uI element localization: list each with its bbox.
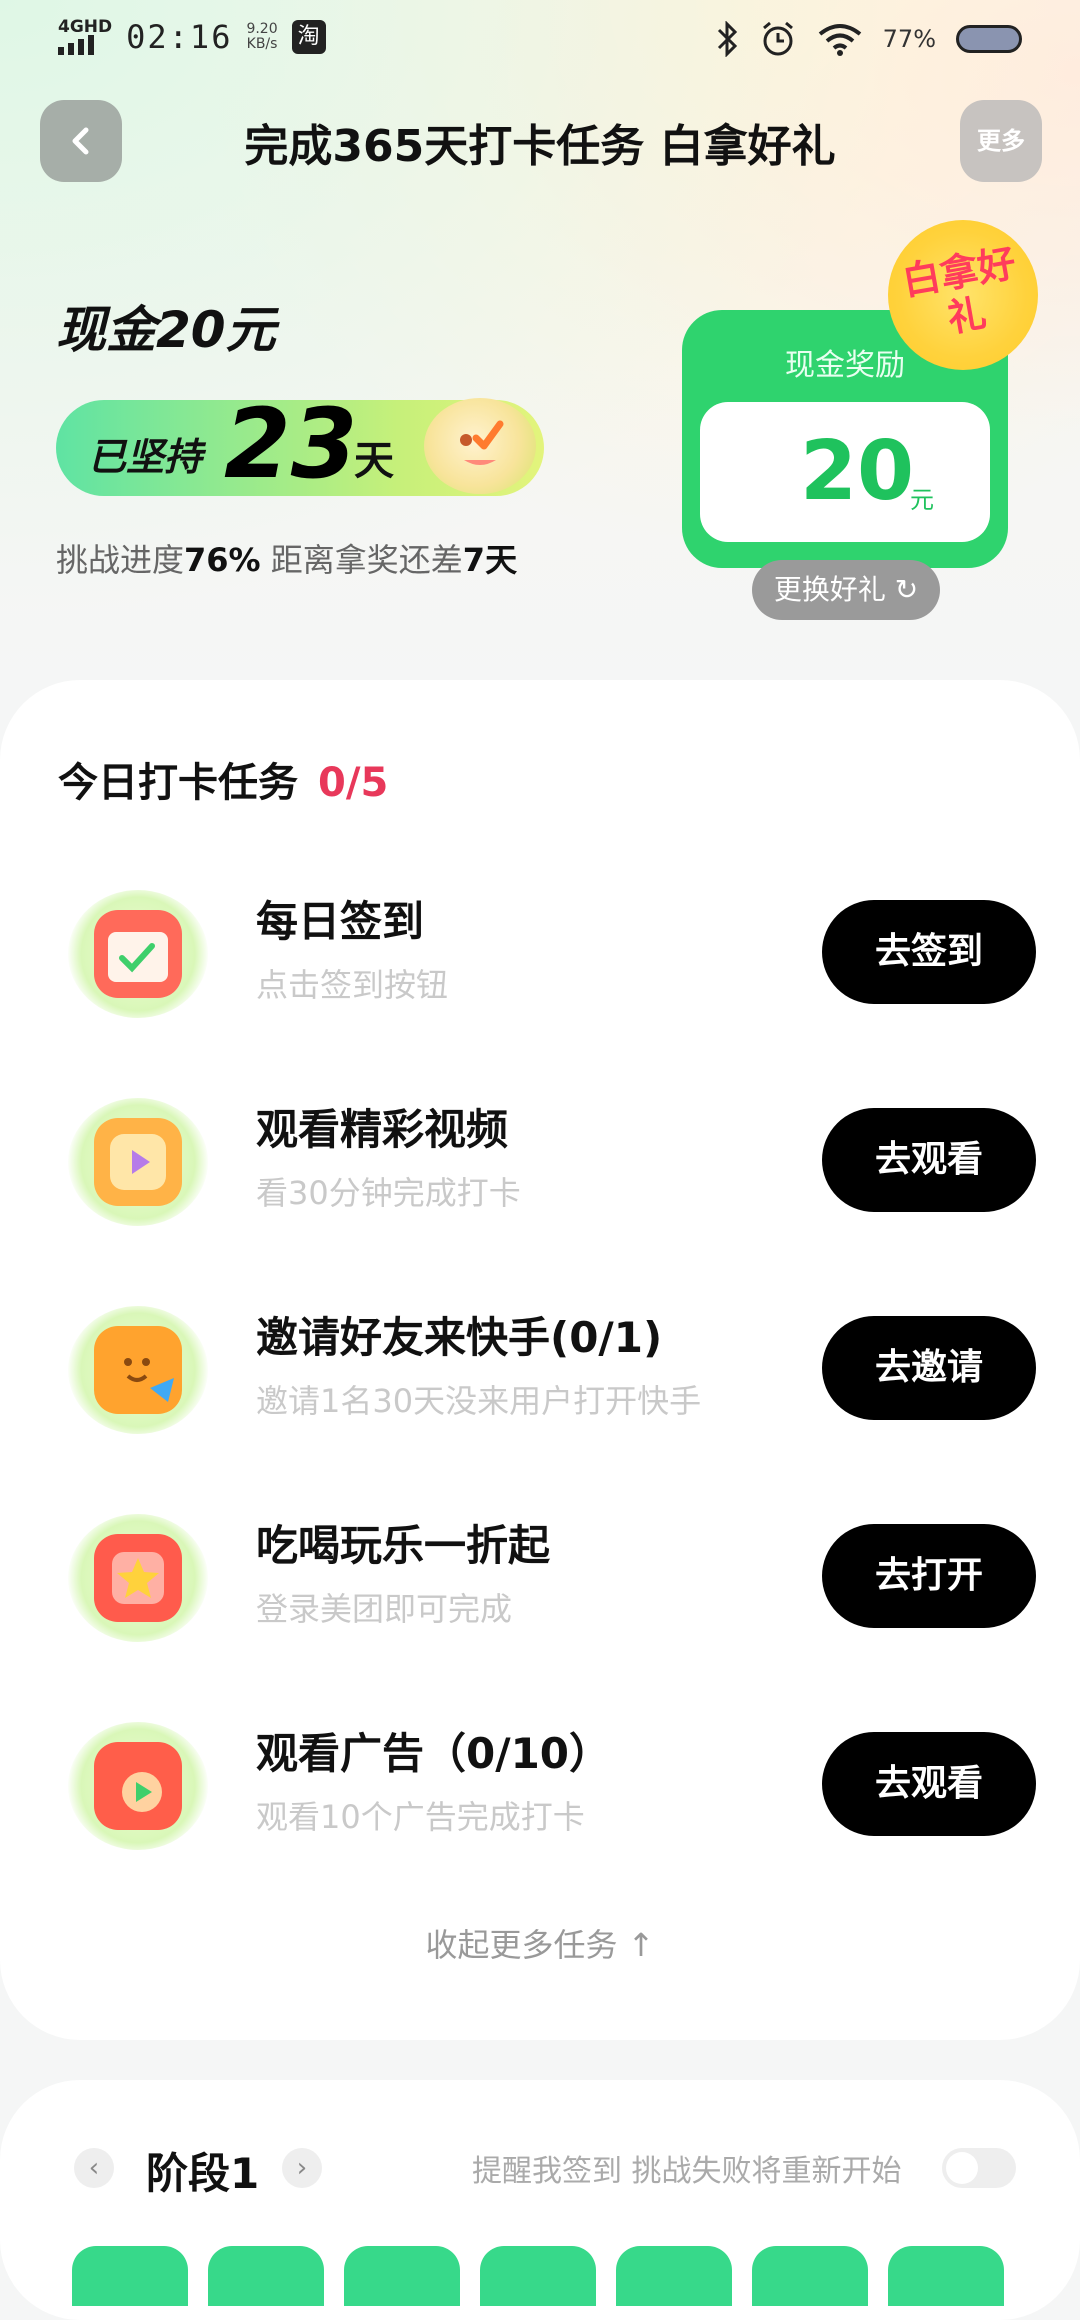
task-subtitle: 观看10个广告完成打卡: [256, 1798, 585, 1836]
task-subtitle: 登录美团即可完成: [256, 1590, 513, 1628]
net-speed-value: 9.20: [246, 21, 278, 37]
reminder-toggle[interactable]: [942, 2148, 1016, 2188]
free-gift-badge: 白拿好礼: [888, 220, 1038, 370]
reminder-hint: 提醒我签到 挑战失败将重新开始: [472, 2154, 902, 2189]
badge-text: 白拿好礼: [899, 240, 1020, 341]
streak-unit: 天: [354, 438, 394, 484]
task-item-ads: 观看广告（0/10） 观看10个广告完成打卡 去观看: [0, 1712, 1080, 1862]
collapse-tasks-link[interactable]: 收起更多任务 ↑: [0, 1920, 1080, 1966]
mascot-face-icon: [460, 420, 504, 465]
reward-amount: 20: [800, 424, 915, 519]
more-button[interactable]: 更多: [960, 100, 1042, 182]
network-type: 4GHD: [58, 17, 113, 37]
day-tab[interactable]: [888, 2246, 1004, 2306]
day-tab[interactable]: [752, 2246, 868, 2306]
watch-ads-button[interactable]: 去观看: [822, 1732, 1036, 1836]
remaining-days: 7天: [462, 541, 518, 579]
net-speed-unit: KB/s: [246, 36, 278, 52]
stage-next-button[interactable]: ›: [282, 2148, 322, 2188]
reward-unit: 元: [910, 486, 934, 514]
wifi-icon: [818, 24, 861, 56]
day-tab[interactable]: [344, 2246, 460, 2306]
remaining-label: 距离拿奖还差: [260, 541, 463, 579]
star-glyph: [94, 1534, 182, 1622]
video-play-icon: [68, 1098, 208, 1226]
task-subtitle: 点击签到按钮: [256, 966, 449, 1004]
checkin-button[interactable]: 去签到: [822, 900, 1036, 1004]
stage-prev-button[interactable]: ‹: [74, 2148, 114, 2188]
task-title: 吃喝玩乐一折起: [256, 1521, 551, 1570]
tasks-count: 0/5: [318, 760, 389, 806]
task-item-video: 观看精彩视频 看30分钟完成打卡 去观看: [0, 1088, 1080, 1238]
daily-tasks-card: 今日打卡任务 0/5 每日签到 点击签到按钮 去签到 观看精彩视频 看30分钟完成…: [0, 680, 1080, 2040]
task-subtitle: 邀请1名30天没来用户打开快手: [256, 1382, 702, 1420]
video-glyph: [94, 1118, 182, 1206]
tasks-title: 今日打卡任务: [58, 760, 298, 806]
challenge-progress: 挑战进度76% 距离拿奖还差7天: [56, 535, 517, 581]
ad-play-icon: [68, 1722, 208, 1850]
reward-amount-box: 20 元: [700, 402, 990, 542]
day-tab[interactable]: [208, 2246, 324, 2306]
invite-glyph: [94, 1326, 182, 1414]
ad-glyph: [94, 1742, 182, 1830]
clock: 02:16: [126, 18, 233, 56]
alarm-icon: [762, 21, 793, 56]
net-speed: 9.20 KB/s: [246, 22, 277, 52]
status-bar: 4GHD 02:16 9.20 KB/s 淘 77%: [0, 0, 1080, 80]
page-title: 完成365天打卡任务 白拿好礼: [244, 121, 836, 172]
bluetooth-icon: [717, 21, 737, 57]
streak-prefix: 已坚持: [88, 435, 203, 479]
progress-label: 挑战进度: [56, 541, 185, 579]
task-item-checkin: 每日签到 点击签到按钮 去签到: [0, 880, 1080, 1030]
progress-value: 76%: [184, 541, 261, 579]
stage-card: ‹ 阶段1 › 提醒我签到 挑战失败将重新开始: [0, 2080, 1080, 2320]
day-tabs: [72, 2246, 1004, 2306]
signal-icon: [58, 35, 112, 55]
battery-icon: [956, 25, 1022, 53]
signal-group: 4GHD: [58, 19, 112, 55]
battery-percent: 77%: [882, 25, 936, 53]
task-title: 每日签到: [256, 897, 425, 946]
task-subtitle: 看30分钟完成打卡: [256, 1174, 521, 1212]
tasks-header: 今日打卡任务 0/5: [58, 750, 388, 808]
day-tab[interactable]: [72, 2246, 188, 2306]
task-title: 邀请好友来快手(0/1): [256, 1313, 663, 1362]
taobao-notification-icon: 淘: [291, 20, 326, 54]
streak-days: 23: [224, 388, 358, 500]
task-title: 观看精彩视频: [256, 1105, 509, 1154]
stage-label: 阶段1: [146, 2149, 260, 2198]
cash-goal-title: 现金20元: [56, 301, 276, 359]
day-tab[interactable]: [480, 2246, 596, 2306]
open-app-button[interactable]: 去打开: [822, 1524, 1036, 1628]
streak-pill: 已坚持 23 天: [56, 388, 544, 500]
calendar-glyph: [94, 910, 182, 998]
mascot-icon: [424, 398, 536, 494]
star-coupon-icon: [68, 1514, 208, 1642]
watch-video-button[interactable]: 去观看: [822, 1108, 1036, 1212]
task-item-meituan: 吃喝玩乐一折起 登录美团即可完成 去打开: [0, 1504, 1080, 1654]
invite-button[interactable]: 去邀请: [822, 1316, 1036, 1420]
task-title: 观看广告（0/10）: [256, 1729, 612, 1778]
calendar-icon: [68, 890, 208, 1018]
change-gift-button[interactable]: 更换好礼 ↻: [752, 560, 940, 620]
day-tab[interactable]: [616, 2246, 732, 2306]
invite-friend-icon: [68, 1306, 208, 1434]
task-item-invite: 邀请好友来快手(0/1) 邀请1名30天没来用户打开快手 去邀请: [0, 1296, 1080, 1446]
